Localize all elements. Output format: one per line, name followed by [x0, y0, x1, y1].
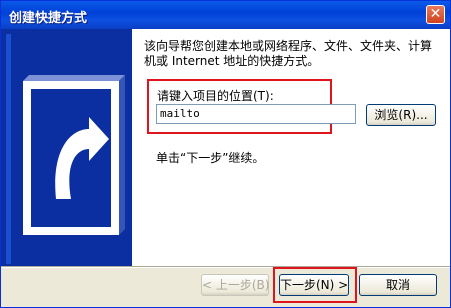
window-title: 创建快捷方式 [9, 11, 88, 26]
wizard-body: 该向导帮您创建本地或网络程序、文件、文件夹、计算机或 Internet 地址的快… [1, 29, 450, 266]
shortcut-arrow-icon [1, 29, 132, 266]
next-highlight-box [273, 267, 357, 303]
shortcut-wizard-window: 创建快捷方式 ✕ 该向导帮您创建本地或网络程序、文件、文件夹、计算机或 Inte… [0, 0, 451, 308]
close-button[interactable]: ✕ [426, 5, 445, 24]
shortcut-graphic [1, 29, 132, 266]
cancel-button[interactable]: 取消 [359, 274, 437, 296]
title-bar[interactable]: 创建快捷方式 ✕ [1, 1, 450, 29]
continue-hint: 单击“下一步”继续。 [156, 151, 265, 165]
location-input[interactable]: mailto [156, 104, 356, 124]
location-prompt-label: 请键入项目的位置(T): [157, 89, 274, 103]
button-separator [1, 266, 450, 268]
wizard-description: 该向导帮您创建本地或网络程序、文件、文件夹、计算机或 Internet 地址的快… [144, 39, 433, 68]
browse-button[interactable]: 浏览(R)... [366, 104, 436, 126]
back-button[interactable]: < 上一步(B) [201, 274, 269, 296]
